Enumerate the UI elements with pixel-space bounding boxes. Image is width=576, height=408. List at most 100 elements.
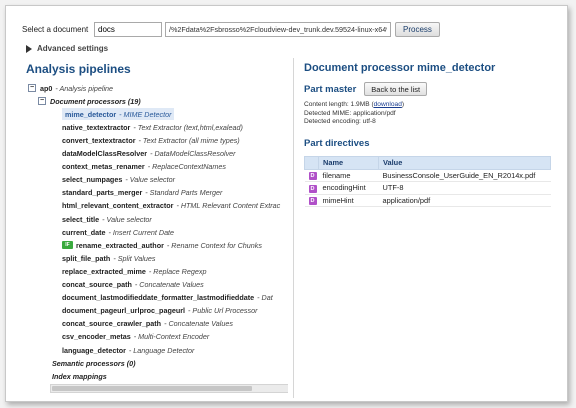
tree-item-language-detector[interactable]: language_detector - Language Detector	[62, 344, 194, 356]
processor-name: csv_encoder_metas	[62, 332, 131, 342]
processor-name: replace_extracted_mime	[62, 266, 146, 276]
panel-divider	[293, 58, 294, 398]
processor-name: document_lastmodifieddate_formatter_last…	[62, 293, 255, 303]
processor-name: convert_textextractor	[62, 135, 136, 145]
processor-description: - Split Values	[113, 253, 156, 263]
app-window: Select a document Process Advanced setti…	[5, 5, 568, 402]
tree-node-document-processors[interactable]: − Document processors (19)	[38, 95, 144, 107]
select-document-label: Select a document	[22, 24, 89, 34]
tree-node-index-mappings[interactable]: Index mappings	[52, 370, 110, 382]
tree-item-mime-detector[interactable]: mime_detector - MIME Detector	[62, 108, 175, 121]
tree-item-rename-extracted-author[interactable]: IF rename_extracted_author - Rename Contex…	[62, 239, 262, 251]
processor-description: - MIME Detector	[119, 109, 172, 119]
processor-description: - Public Url Processor	[188, 306, 258, 316]
tree-item-context-metas-renamer[interactable]: context_metas_renamer - ReplaceContextNam…	[62, 161, 226, 173]
processor-description: - ReplaceContextNames	[147, 162, 227, 172]
name-column-header: Name	[318, 155, 379, 170]
table-row[interactable]: D filename BusinessConsole_UserGuide_EN_…	[304, 169, 551, 182]
processor-description: - Dat	[257, 293, 273, 303]
processor-name: select_title	[62, 214, 100, 224]
processor-description: - Multi-Context Encoder	[133, 332, 210, 342]
detected-mime-line: Detected MIME: application/pdf	[304, 109, 396, 117]
processor-name: language_detector	[62, 345, 126, 355]
tree-node-semantic-processors[interactable]: Semantic processors (0)	[52, 357, 139, 369]
tree-item-select-numpages[interactable]: select_numpages - Value selector	[62, 174, 175, 186]
processor-description: - HTML Relevant Content Extrac	[176, 201, 281, 211]
processor-description: - Value selector	[125, 175, 175, 185]
processor-description: - DataModelClassResolver	[150, 149, 236, 158]
collapse-toggle-icon[interactable]: −	[28, 84, 36, 92]
directive-icon: D	[308, 197, 317, 206]
document-select-bar: Select a document Process	[22, 20, 440, 38]
process-button[interactable]: Process	[395, 21, 440, 37]
directive-value: application/pdf	[378, 194, 551, 207]
detected-encoding-line: Detected encoding: utf-8	[304, 118, 376, 125]
processor-description: - Concatenate Values	[134, 280, 204, 289]
tree-item-document-pageurl-urlproc-pageurl[interactable]: document_pageurl_urlproc_pageurl - Public…	[62, 305, 258, 317]
processor-name: html_relevant_content_extractor	[62, 201, 174, 211]
processor-description: - Concatenate Values	[164, 319, 233, 329]
document-path-field[interactable]	[165, 21, 391, 37]
analysis-pipelines-title: Analysis pipelines	[26, 62, 131, 76]
tree-item-select-title[interactable]: select_title - Value selector	[62, 213, 152, 225]
tree-item-csv-encoder-metas[interactable]: csv_encoder_metas - Multi-Context Encoder	[62, 331, 209, 343]
directive-value: BusinessConsole_UserGuide_EN_R2014x.pdf	[378, 169, 551, 182]
processor-description: - Standard Parts Merger	[145, 188, 223, 198]
directive-name: filename	[318, 169, 379, 182]
directive-name: mimeHint	[318, 194, 379, 207]
processor-name: rename_extracted_author	[76, 240, 164, 250]
tree-item-html-relevant-content-extractor[interactable]: html_relevant_content_extractor - HTML Re…	[62, 200, 280, 212]
icon-column-header	[304, 155, 319, 170]
scrollbar-thumb[interactable]	[52, 386, 252, 391]
processor-description: - Insert Current Date	[108, 227, 175, 237]
processor-name: native_textextractor	[62, 122, 131, 132]
directive-value: UTF-8	[378, 181, 551, 195]
value-column-header: Value	[378, 155, 551, 170]
processor-name: context_metas_renamer	[62, 162, 145, 172]
tree-item-current-date[interactable]: current_date - Insert Current Date	[62, 226, 174, 238]
tree-item-standard-parts-merger[interactable]: standard_parts_merger - Standard Parts Me…	[62, 187, 222, 199]
table-row[interactable]: D encodingHint UTF-8	[304, 181, 551, 195]
directive-icon: D	[308, 172, 317, 181]
part-master-title: Part master	[304, 83, 357, 95]
tree-item-concat-source-crawler-path[interactable]: concat_source_crawler_path - Concatenate …	[62, 318, 233, 330]
advanced-settings-label: Advanced settings	[37, 44, 109, 53]
processor-name: select_numpages	[62, 175, 123, 185]
processor-description: - Value selector	[102, 214, 152, 224]
processor-name: concat_source_crawler_path	[62, 319, 162, 329]
processor-title: Document processor mime_detector	[304, 62, 496, 74]
tree-item-concat-source-path[interactable]: concat_source_path - Concatenate Values	[62, 279, 204, 291]
processor-name: dataModelClassResolver	[62, 149, 148, 158]
analysis-pipelines-panel: Analysis pipelines − ap0- Analysis pipeli…	[20, 58, 288, 398]
processor-name: mime_detector	[65, 109, 117, 119]
tree-item-dataModelClassResolver[interactable]: dataModelClassResolver - DataModelClassRe…	[62, 148, 236, 160]
tree-item-native-textextractor[interactable]: native_textextractor - Text Extractor (te…	[62, 121, 243, 133]
node-name: Document processors (19)	[50, 96, 141, 106]
content-length-line: Content length: 1.9MB (download)	[304, 101, 405, 108]
if-condition-icon: IF	[62, 241, 73, 250]
node-name: Semantic processors (0)	[52, 358, 136, 368]
directive-name: encodingHint	[318, 181, 379, 195]
table-row[interactable]: D mimeHint application/pdf	[304, 194, 551, 207]
collapse-toggle-icon[interactable]: −	[38, 97, 46, 106]
tree-item-split-file-path[interactable]: split_file_path - Split Values	[62, 252, 155, 264]
processor-description: - Text Extractor (text,html,exalead)	[133, 122, 243, 132]
download-link[interactable]: download	[374, 101, 402, 108]
back-to-list-button[interactable]: Back to the list	[364, 82, 428, 96]
expand-triangle-icon	[26, 44, 32, 53]
document-field[interactable]	[94, 21, 162, 37]
horizontal-scrollbar[interactable]	[50, 384, 288, 393]
part-directives-title: Part directives	[304, 137, 370, 149]
processor-name: standard_parts_merger	[62, 188, 143, 198]
directive-icon: D	[308, 184, 317, 193]
tree-node-ap0[interactable]: − ap0- Analysis pipeline	[28, 82, 113, 94]
tree-item-convert-textextractor[interactable]: convert_textextractor - Text Extractor (a…	[62, 134, 240, 146]
tree-item-document-lastmodifieddate-formatter-lastmodifieddate[interactable]: document_lastmodifieddate_formatter_last…	[62, 292, 273, 304]
processor-name: current_date	[62, 227, 106, 237]
advanced-settings-toggle[interactable]: Advanced settings	[26, 44, 108, 53]
processor-description: - Text Extractor (all mime types)	[138, 135, 240, 145]
node-name: Index mappings	[52, 371, 107, 381]
tree-item-replace-extracted-mime[interactable]: replace_extracted_mime - Replace Regexp	[62, 265, 206, 277]
processor-name: split_file_path	[62, 253, 111, 263]
processor-description: - Language Detector	[128, 345, 195, 355]
